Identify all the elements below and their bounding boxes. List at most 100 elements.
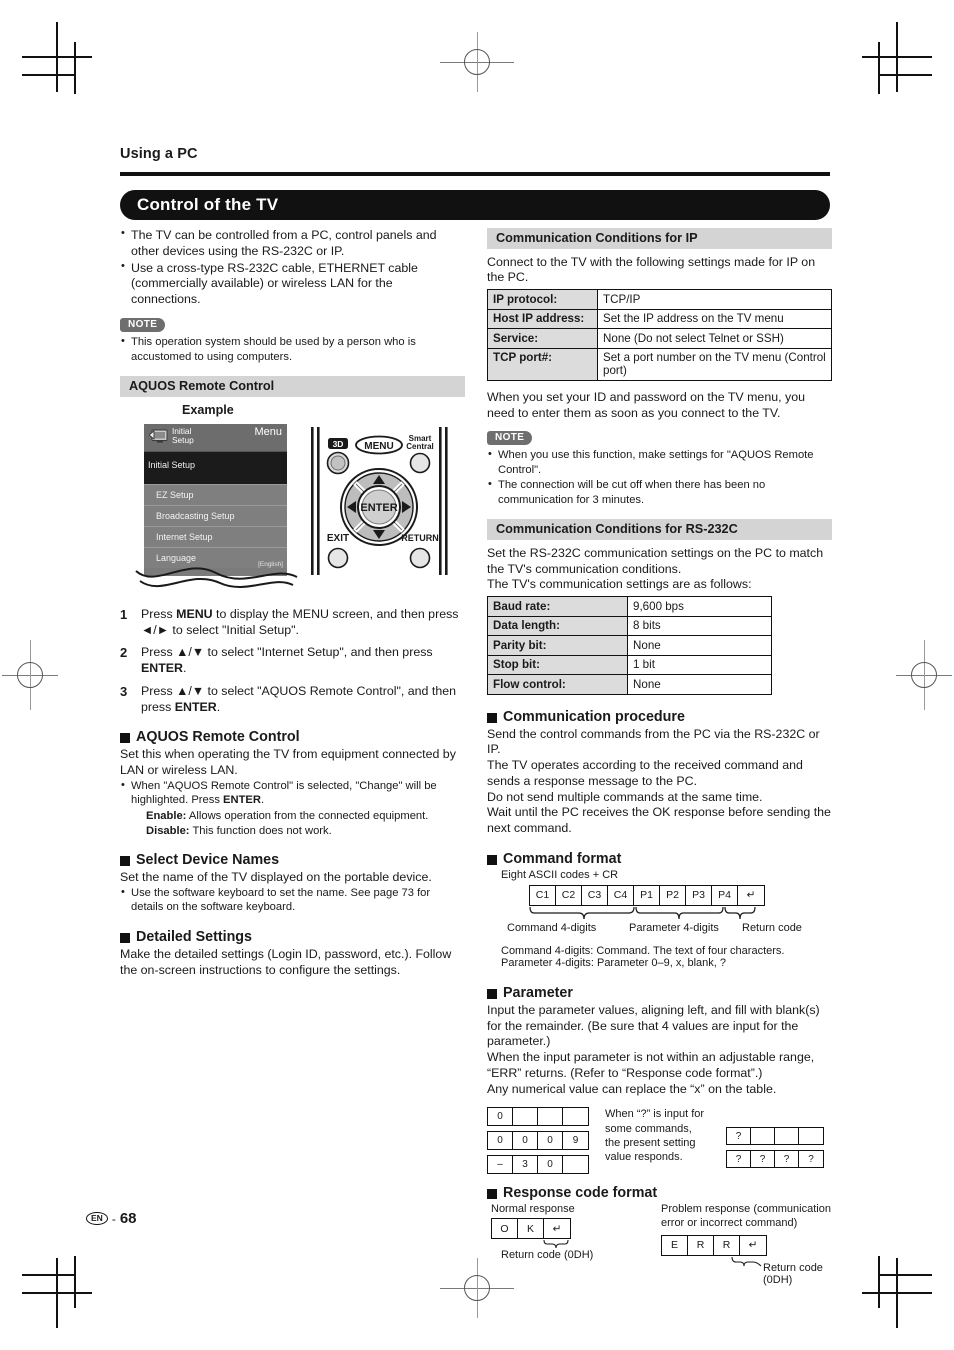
- list-item: 3 Press ▲/▼ to select "AQUOS Remote Contr…: [120, 684, 465, 716]
- question-mark-note: When “?” is input for some commands, the…: [605, 1108, 705, 1164]
- torn-edge-decoration: [135, 567, 298, 588]
- table-row: 0 0 0 9: [487, 1131, 589, 1151]
- tv-menu-illustration: Example Initial Setup Menu Initial Setup…: [120, 403, 465, 599]
- param-cell: 9: [572, 1135, 579, 1147]
- heading-parameter: Parameter: [487, 985, 832, 1001]
- step-text: Press ▲/▼ to select "Internet Setup", an…: [141, 645, 433, 676]
- brace-label-return: Return code: [742, 921, 802, 934]
- param-cell: [513, 1108, 538, 1126]
- svg-text:Central: Central: [406, 442, 434, 451]
- table-cell-key: Host IP address:: [487, 308, 598, 329]
- tv-menu-item-ez-setup[interactable]: EZ Setup: [144, 483, 287, 505]
- running-head: Using a PC: [120, 146, 198, 162]
- param-cell: 0: [538, 1156, 563, 1174]
- manual-page: Using a PC Control of the TV The TV can …: [0, 0, 954, 1350]
- param-cell: 0: [538, 1132, 563, 1150]
- param-cell: ?: [808, 1153, 814, 1165]
- param-cell: 3: [513, 1156, 538, 1174]
- brace-labels: Command 4-digits Parameter 4-digits Retu…: [487, 922, 832, 937]
- svg-text:MENU: MENU: [364, 441, 393, 452]
- step-number: 2: [120, 645, 128, 661]
- table-cell-value: 1 bit: [627, 654, 772, 675]
- list-item: 1 Press MENU to display the MENU screen, …: [120, 607, 465, 639]
- response-cell: K: [518, 1219, 544, 1239]
- command-cell: P3: [686, 885, 712, 905]
- param-cell: 0: [488, 1132, 513, 1150]
- enable-text: Allows operation from the connected equi…: [188, 810, 429, 822]
- list-item: This operation system should be used by …: [120, 334, 465, 364]
- table-cell-value: None: [627, 635, 772, 656]
- table-cell-key: IP protocol:: [487, 289, 598, 310]
- command-cell: P4: [712, 885, 738, 905]
- normal-response-block: Normal response O K ↵ Return code (0DH): [487, 1203, 643, 1278]
- response-cell: O: [492, 1219, 518, 1239]
- table-row: Service: None (Do not select Telnet or S…: [487, 328, 832, 349]
- table-row: IP protocol: TCP/IP: [487, 289, 832, 310]
- svg-text:3D: 3D: [333, 439, 344, 449]
- table-row: Baud rate: 9,600 bps: [487, 596, 772, 617]
- param-cell: ?: [775, 1151, 799, 1168]
- tv-menu-item-label: Internet Setup: [156, 531, 213, 542]
- list-item: 2 Press ▲/▼ to select "Internet Setup", a…: [120, 645, 465, 677]
- svg-text:ENTER: ENTER: [360, 502, 397, 514]
- tv-menu-item-label: EZ Setup: [156, 489, 194, 500]
- brace-group: [529, 906, 756, 919]
- aquos-remote-control-body: Set this when operating the TV from equi…: [120, 747, 456, 778]
- return-code-cell: ↵: [746, 889, 756, 902]
- tv-menu-item-internet-setup[interactable]: Internet Setup: [144, 525, 287, 547]
- list-item: Use a cross-type RS-232C cable, ETHERNET…: [120, 259, 465, 308]
- procedure-steps: 1 Press MENU to display the MENU screen, …: [120, 607, 465, 716]
- parameter-example-grid: 0 0 0 0 9 – 3 0: [487, 1107, 589, 1175]
- table-row: – 3 0: [487, 1155, 589, 1175]
- enable-disable-block: Enable: Allows operation from the connec…: [120, 809, 465, 838]
- problem-response-cells: E R R ↵: [661, 1234, 767, 1256]
- ip-note-bullet-list: When you use this function, make setting…: [487, 447, 832, 507]
- heading-select-device-names: Select Device Names: [120, 852, 465, 868]
- param-cell: [563, 1108, 588, 1125]
- table-cell-value: None: [627, 674, 772, 695]
- rs-intro-1: Set the RS-232C communication settings o…: [487, 545, 824, 576]
- param-cell: [775, 1128, 799, 1145]
- subsection-aquos-remote-control: AQUOS Remote Control: [120, 376, 465, 397]
- command-cell: C4: [608, 885, 634, 905]
- command-cell: C2: [556, 885, 582, 905]
- command-format-notes: Command 4-digits: Command. The text of f…: [501, 945, 832, 969]
- return-code-cell: ↵: [552, 1222, 562, 1235]
- parameter-body: Input the parameter values, aligning lef…: [487, 1002, 820, 1096]
- table-row: Parity bit: None: [487, 635, 772, 656]
- tv-menu-item-label: Broadcasting Setup: [156, 510, 235, 521]
- table-cell-value: 8 bits: [627, 615, 772, 636]
- question-example-grid: ? ? ? ? ?: [726, 1127, 824, 1174]
- ip-after-text: When you set your ID and password on the…: [487, 390, 805, 420]
- right-column: Communication Conditions for IP Connect …: [487, 228, 832, 1286]
- tv-menu-header: Initial Setup Menu: [144, 423, 287, 452]
- param-cell: 0: [513, 1132, 538, 1150]
- response-cell: E: [662, 1235, 688, 1255]
- param-cell: ?: [727, 1128, 751, 1145]
- table-row: ?: [726, 1127, 824, 1146]
- command-cell: P2: [660, 885, 686, 905]
- list-item: The connection will be cut off when ther…: [487, 477, 832, 507]
- command-format-note-2: Parameter 4-digits: Parameter 0–9, x, bl…: [501, 956, 726, 969]
- tv-menu-screen: Initial Setup Menu Initial Setup EZ Setu…: [144, 423, 287, 576]
- svg-text:EXIT: EXIT: [327, 533, 349, 544]
- subsection-comm-conditions-rs232c: Communication Conditions for RS-232C: [487, 519, 832, 540]
- param-cell: [751, 1128, 775, 1145]
- param-cell: ?: [727, 1151, 751, 1168]
- select-device-bullet-list: Use the software keyboard to set the nam…: [120, 885, 465, 915]
- param-cell: [563, 1156, 588, 1173]
- tv-menu-selected-item[interactable]: Initial Setup: [144, 451, 287, 478]
- table-cell-value: 9,600 bps: [627, 596, 772, 617]
- brace-label-command: Command 4-digits: [507, 921, 597, 934]
- table-row: TCP port#: Set a port number on the TV m…: [487, 347, 832, 381]
- rs-intro-2: The TV's communication settings are as f…: [487, 577, 752, 592]
- table-row: Flow control: None: [487, 674, 772, 695]
- intro-bullet-list: The TV can be controlled from a PC, cont…: [120, 227, 465, 308]
- problem-response-caption-row: Return code (0DH): [661, 1256, 851, 1286]
- step-number: 3: [120, 683, 128, 699]
- response-cell: R: [714, 1235, 740, 1255]
- language-badge: EN: [86, 1212, 108, 1225]
- response-code-diagrams: Normal response O K ↵ Return code (0DH) …: [487, 1203, 832, 1286]
- tv-menu-item-broadcasting-setup[interactable]: Broadcasting Setup: [144, 504, 287, 526]
- param-cell: [799, 1128, 823, 1144]
